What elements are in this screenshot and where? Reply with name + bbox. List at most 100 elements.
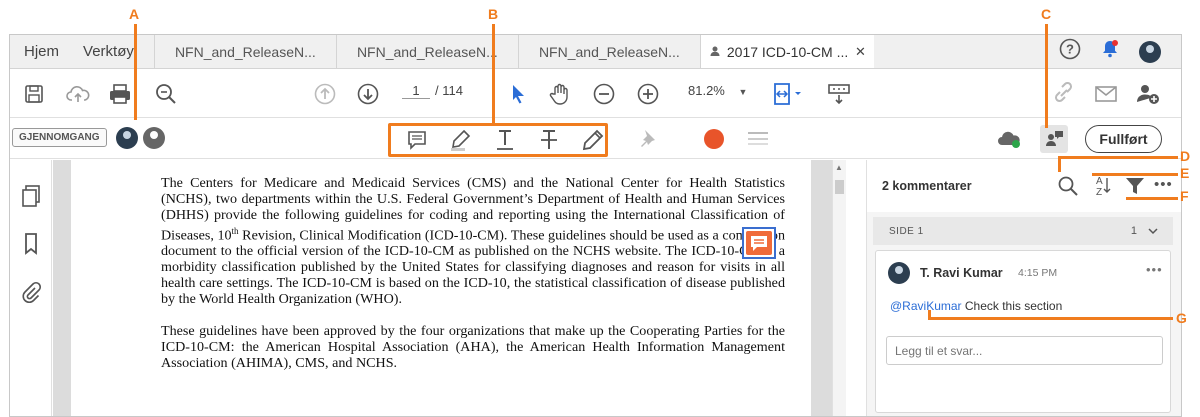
tab-bar-right: ?	[1059, 35, 1181, 68]
cloud-upload-icon[interactable]	[64, 80, 92, 108]
svg-text:Z: Z	[1096, 187, 1102, 198]
page-group-header[interactable]: SIDE 1 1	[873, 217, 1173, 245]
filter-icon[interactable]	[1121, 172, 1149, 200]
strikethrough-text-icon[interactable]	[535, 126, 563, 154]
sticky-note-marker[interactable]	[742, 227, 776, 259]
callout-e-line	[1092, 173, 1178, 176]
more-options-icon[interactable]: •••	[1154, 176, 1173, 193]
scroll-up-arrow-icon[interactable]: ▲	[835, 163, 843, 172]
comment-mention[interactable]: @RaviKumar	[890, 299, 962, 313]
callout-e: E	[1180, 165, 1190, 181]
callout-c-line	[1045, 24, 1048, 128]
comment-more-icon[interactable]: •••	[1146, 262, 1163, 277]
link-icon[interactable]	[1050, 80, 1078, 108]
comment-marker-icon	[746, 231, 772, 255]
comment-author: T. Ravi Kumar	[920, 266, 1003, 280]
page-group-count: 1	[1130, 225, 1137, 237]
page-number-input[interactable]: 1	[402, 83, 430, 99]
user-avatar[interactable]	[1139, 40, 1161, 63]
sort-az-icon[interactable]: AZ	[1089, 172, 1117, 200]
select-cursor-icon[interactable]	[504, 80, 532, 108]
close-tab-button[interactable]: ✕	[855, 44, 866, 60]
callout-b-line	[492, 24, 495, 124]
generic-user-icon[interactable]	[143, 127, 165, 149]
callout-d-line	[1058, 156, 1178, 159]
reviewer-avatar[interactable]	[116, 127, 138, 149]
app-window: Hjem Verktøy NFN_and_ReleaseN... NFN_and…	[9, 34, 1182, 417]
tab-tools[interactable]: Verktøy	[73, 35, 154, 68]
active-tab-title: 2017 ICD-10-CM ...	[726, 43, 849, 60]
annotation-tools-group	[388, 123, 608, 157]
underline-text-icon[interactable]	[491, 126, 519, 154]
callout-g: G	[1176, 310, 1187, 326]
comment-count: 2 kommentarer	[882, 179, 972, 193]
zoom-level-dropdown[interactable]: 81.2% ▼	[688, 83, 752, 98]
callout-g-drop	[928, 310, 931, 320]
comment-time: 4:15 PM	[1018, 267, 1058, 279]
svg-text:?: ?	[1066, 42, 1074, 57]
pages-thumbnail-icon[interactable]	[17, 182, 45, 210]
hand-tool-icon[interactable]	[546, 80, 574, 108]
callout-f: F	[1180, 188, 1189, 204]
email-icon[interactable]	[1092, 80, 1120, 108]
review-toolbar: GJENNOMGANG Fullført	[10, 119, 1181, 159]
reply-input[interactable]	[886, 336, 1163, 365]
record-color-icon[interactable]	[700, 125, 728, 153]
pencil-draw-icon[interactable]	[579, 126, 607, 154]
comment-author-avatar	[888, 262, 910, 284]
add-person-icon[interactable]	[1134, 80, 1162, 108]
page-group-label: SIDE 1	[889, 226, 924, 237]
pin-icon[interactable]	[634, 125, 662, 153]
scroll-mode-icon[interactable]	[825, 80, 853, 108]
notification-bell-icon[interactable]	[1099, 38, 1121, 65]
zoom-value: 81.2%	[688, 83, 725, 98]
comment-text: @RaviKumar Check this section	[890, 299, 1063, 313]
scrollbar-thumb[interactable]	[835, 180, 844, 194]
callout-d: D	[1180, 148, 1191, 164]
help-icon[interactable]: ?	[1059, 38, 1081, 65]
callout-f-line	[1126, 197, 1178, 200]
sticky-note-icon[interactable]	[403, 126, 431, 154]
chevron-down-icon[interactable]	[1147, 224, 1159, 242]
print-icon[interactable]	[106, 80, 134, 108]
comments-panel-header: 2 kommentarer AZ •••	[867, 160, 1181, 212]
callout-c: C	[1041, 6, 1052, 22]
comment-card[interactable]: T. Ravi Kumar 4:15 PM ••• @RaviKumar Che…	[875, 250, 1171, 413]
zoom-in-icon[interactable]	[634, 80, 662, 108]
callout-a: A	[129, 6, 140, 22]
tab-document-active[interactable]: 2017 ICD-10-CM ... ✕	[699, 35, 874, 68]
callout-g-line	[928, 317, 1173, 320]
document-paragraph-1: The Centers for Medicare and Medicaid Se…	[161, 175, 785, 308]
bookmark-icon[interactable]	[17, 230, 45, 258]
tab-document-2[interactable]: NFN_and_ReleaseN...	[335, 35, 518, 68]
callout-a-line	[134, 24, 137, 120]
page-total: / 114	[435, 83, 463, 98]
document-viewer[interactable]: The Centers for Medicare and Medicaid Se…	[53, 160, 832, 416]
cloud-sync-icon[interactable]	[996, 125, 1024, 153]
document-paragraph-2: These guidelines have been approved by t…	[161, 322, 785, 371]
search-icon[interactable]	[1054, 172, 1082, 200]
save-icon[interactable]	[20, 80, 48, 108]
callout-d-drop	[1058, 156, 1061, 172]
tab-document-1[interactable]: NFN_and_ReleaseN...	[153, 35, 336, 68]
next-page-icon[interactable]	[354, 80, 382, 108]
vertical-scrollbar[interactable]: ▲	[832, 160, 846, 416]
zoom-out-icon[interactable]	[590, 80, 618, 108]
shared-user-icon	[709, 44, 721, 60]
highlight-icon[interactable]	[447, 126, 475, 154]
left-rail	[10, 160, 52, 416]
search-zoom-icon[interactable]	[152, 80, 180, 108]
main-toolbar: 1 / 114 81.2% ▼	[10, 70, 1181, 118]
fit-page-icon[interactable]	[770, 80, 806, 108]
tab-document-3[interactable]: NFN_and_ReleaseN...	[517, 35, 700, 68]
line-weight-icon[interactable]	[744, 125, 772, 153]
attachment-icon[interactable]	[17, 278, 45, 306]
comment-panel-toggle-icon[interactable]	[1040, 125, 1068, 153]
done-button[interactable]: Fullført	[1085, 125, 1162, 153]
document-page: The Centers for Medicare and Medicaid Se…	[71, 160, 811, 416]
previous-page-icon[interactable]	[311, 80, 339, 108]
tab-home[interactable]: Hjem	[10, 35, 73, 68]
svg-text:A: A	[1096, 176, 1103, 187]
tab-bar: Hjem Verktøy NFN_and_ReleaseN... NFN_and…	[10, 35, 1181, 69]
review-mode-badge: GJENNOMGANG	[12, 128, 107, 147]
